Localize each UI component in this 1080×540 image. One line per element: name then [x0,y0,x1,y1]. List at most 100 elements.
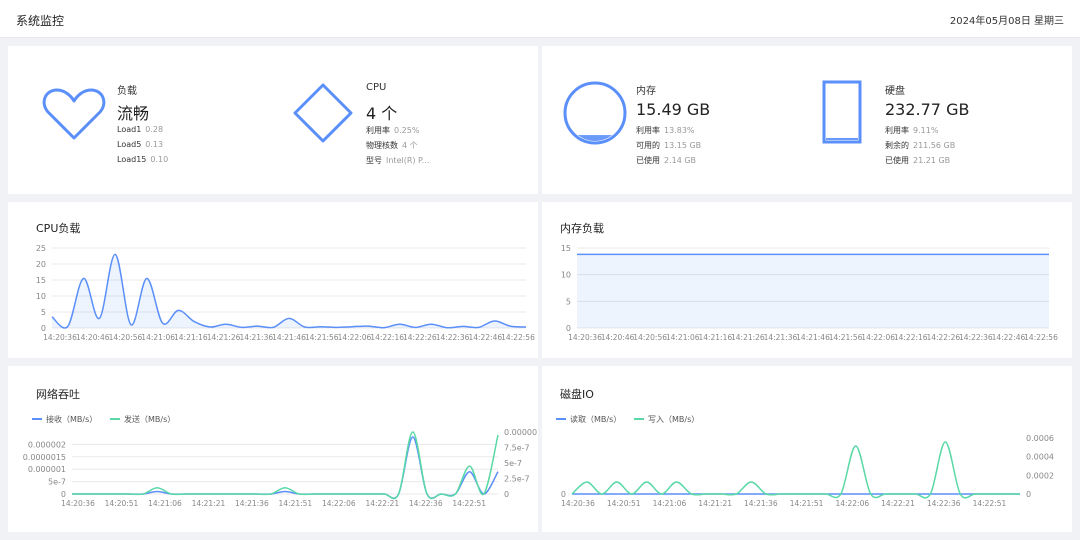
x-tick-label: 14:21:21 [192,499,226,508]
x-tick-label: 14:21:36 [764,333,798,342]
y-tick-label: 5 [566,297,571,306]
x-tick-label: 14:21:16 [174,333,208,342]
x-tick-label: 14:22:06 [835,499,869,508]
x-tick-label: 14:20:46 [601,333,635,342]
y-tick-label: 0 [41,324,46,333]
y-tick-label-left: 5e-7 [48,478,66,487]
x-tick-label: 14:22:06 [322,499,356,508]
x-tick-label: 14:22:51 [973,499,1007,508]
memory-value: 15.49 GB [636,100,711,119]
y-tick-label: 10 [36,292,46,301]
diamond-icon [293,83,353,143]
disk-fill [826,137,858,140]
y-tick-label-left: 0.000002 [28,440,66,449]
memory-chart: 05101514:20:3614:20:4614:20:5614:21:0614… [561,244,1058,342]
y-tick-label: 20 [36,260,46,269]
x-tick-label: 14:21:26 [207,333,241,342]
x-tick-label: 14:20:51 [607,499,641,508]
memory-usage-row: 利用率 13.83% [636,126,695,135]
memory-used-row: 已使用 2.14 GB [636,156,697,165]
x-tick-label: 14:21:06 [653,499,687,508]
x-tick-label: 14:20:46 [76,333,110,342]
x-tick-label: 14:22:26 [403,333,437,342]
y-tick-label-right: 5e-7 [504,459,522,468]
x-tick-label: 14:22:56 [501,333,535,342]
load15-row: Load15 0.10 [117,155,169,164]
x-tick-label: 14:22:21 [365,499,399,508]
series-line [71,431,499,500]
y-tick-label: 15 [561,244,571,253]
memory-gauge-icon [563,81,627,145]
disk-free-row: 剩余的 211.56 GB [885,141,956,150]
x-tick-label: 14:21:36 [239,333,273,342]
y-tick-label: 10 [561,271,571,280]
load-value: 流畅 [117,104,150,123]
y-tick-label-left: 0 [61,490,66,499]
x-tick-label: 14:21:16 [698,333,732,342]
x-tick-label: 14:22:16 [370,333,404,342]
x-tick-label: 14:21:51 [790,499,824,508]
disk-label: 硬盘 [885,86,905,97]
disk-chart: 读取（MB/s） 写入（MB/s） 0 0 0.0002 0.0004 0.0006 14:2… [556,414,1054,508]
cpu-model-row: 型号 Intel(R) P... [366,156,430,165]
cpu-cores-row: 物理核数 4 个 [366,141,418,150]
x-tick-label: 14:21:26 [731,333,765,342]
disk-gauge-icon [822,80,862,144]
cpu-value: 4 个 [366,104,398,123]
memory-fill [567,135,623,141]
x-tick-label: 14:20:56 [633,333,667,342]
network-chart-panel: 网络吞吐 接收（MB/s） 发送（MB/s） 0 5e-7 0.000001 0.0000… [8,366,538,532]
load5-row: Load5 0.13 [117,140,164,149]
disk-chart-panel: 磁盘IO 读取（MB/s） 写入（MB/s） 0 0 0.0002 0.0004 0.000… [542,366,1072,532]
disk-value: 232.77 GB [885,100,970,119]
y-tick-label-right: 2.5e-7 [504,475,530,484]
cpu-usage-row: 利用率 0.25% [366,126,420,135]
x-tick-label: 14:22:16 [894,333,928,342]
y-tick-label: 0 [566,324,571,333]
load1-row: Load1 0.28 [117,125,164,134]
y-tick-label-right: 7.5e-7 [504,444,530,453]
y-tick-label: 25 [36,244,46,253]
y-tick-label-right: 0.0002 [1026,471,1054,480]
x-tick-label: 14:22:36 [409,499,443,508]
x-tick-label: 14:21:06 [148,499,182,508]
memory-chart-panel: 内存负载 0 5 10 15 14:20:36 14:20:46 14:20:56 14:21… [542,202,1072,358]
y-tick-label-right: 0.000001 [504,428,538,437]
x-tick-label: 14:21:36 [235,499,269,508]
series-line [71,436,499,499]
y-tick-label-left: 0 [561,490,566,499]
x-tick-label: 14:20:36 [43,333,77,342]
y-tick-label-right: 0.0004 [1026,453,1054,462]
load-label: 负载 [117,86,137,97]
x-tick-label: 14:22:46 [468,333,502,342]
x-tick-label: 14:20:36 [568,333,602,342]
x-tick-label: 14:22:36 [436,333,470,342]
cpu-chart: 051015202514:20:36 14:20:46 14:20:56 14:21:… [36,244,535,342]
x-tick-label: 14:20:51 [105,499,139,508]
x-tick-label: 14:22:36 [959,333,993,342]
legend-label: 写入（MB/s） [648,415,699,424]
x-tick-label: 14:21:46 [796,333,830,342]
x-tick-label: 14:22:26 [926,333,960,342]
page-title: 系统监控 [16,14,65,28]
x-tick-label: 14:21:36 [744,499,778,508]
x-tick-label: 14:21:51 [279,499,313,508]
x-tick-label: 14:21:56 [829,333,863,342]
x-tick-label: 14:22:46 [992,333,1026,342]
network-chart: 接收（MB/s） 发送（MB/s） 0 5e-7 0.000001 0.0000015 0.… [23,414,538,508]
x-tick-label: 14:22:51 [452,499,486,508]
disk-used-row: 已使用 21.21 GB [885,156,951,165]
current-date: 2024年05月08日 星期三 [949,16,1064,27]
memory-label: 内存 [636,86,656,97]
x-tick-label: 14:22:21 [881,499,915,508]
page-header: 系统监控 2024年05月08日 星期三 [0,0,1080,38]
y-tick-label-right: 0.0006 [1026,434,1054,443]
cpu-label: CPU [366,82,387,93]
y-tick-label: 15 [36,276,46,285]
x-tick-label: 14:22:56 [1024,333,1058,342]
heart-icon [42,88,106,140]
x-tick-label: 14:21:06 [666,333,700,342]
x-tick-label: 14:20:36 [561,499,595,508]
legend-label: 接收（MB/s） [46,414,97,424]
y-tick-label-right: 0 [1026,490,1031,499]
